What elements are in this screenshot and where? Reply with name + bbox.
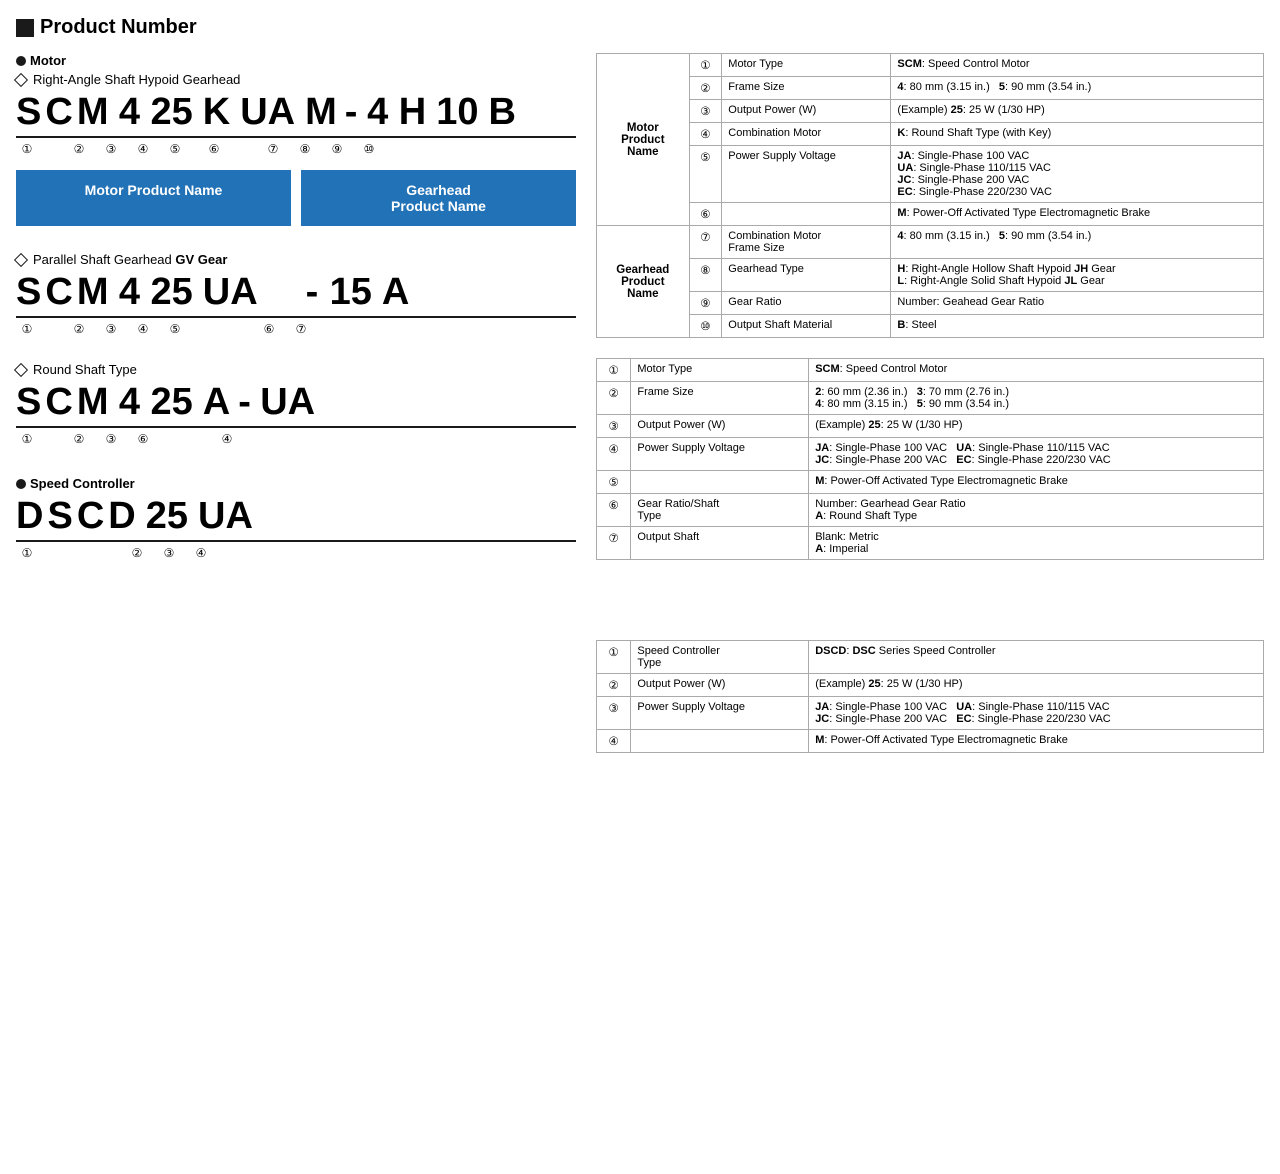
- char-4: 4: [118, 91, 140, 134]
- char-dash: -: [345, 91, 359, 134]
- sc-chars-row: D S C D 25 UA: [16, 495, 576, 542]
- blue-boxes-row: Motor Product Name GearheadProduct Name: [16, 170, 576, 226]
- table-row: ③ Output Power (W) (Example) 25: 25 W (1…: [597, 415, 1264, 438]
- right-angle-code-block: S C M 4 25 K UA M - 4 H 10 B ①: [16, 91, 576, 226]
- gearhead-product-name-box: GearheadProduct Name: [301, 170, 576, 226]
- sc-code-block: D S C D 25 UA ① ② ③ ④: [16, 495, 576, 560]
- table-row: ③ Output Power (W) (Example) 25: 25 W (1…: [597, 100, 1264, 123]
- char-10: 10: [436, 91, 478, 134]
- field-name-1: Motor Type: [722, 54, 891, 77]
- table-row: ⑨ Gear Ratio Number: Geahead Gear Ratio: [597, 292, 1264, 315]
- num-6: ⑤: [164, 142, 186, 156]
- table-row: ④ Power Supply Voltage JA: Single-Phase …: [597, 438, 1264, 471]
- table-row: ② Output Power (W) (Example) 25: 25 W (1…: [597, 674, 1264, 697]
- page-title: Product Number: [16, 16, 1264, 39]
- round-chars-row: S C M 4 25 A - UA: [16, 381, 576, 428]
- char-M2: M: [305, 91, 337, 134]
- spec-table-1: MotorProductName ① Motor Type SCM: Speed…: [596, 53, 1264, 338]
- table-row: ② Frame Size 4: 80 mm (3.15 in.) 5: 90 m…: [597, 77, 1264, 100]
- round-nums-row: ① ② ③ ⑥ ④: [16, 432, 576, 446]
- num-4: ③: [100, 142, 122, 156]
- parallel-chars-row: S C M 4 25 UA - 15 A: [16, 271, 576, 318]
- field-desc-1: SCM: Speed Control Motor: [891, 54, 1264, 77]
- num-8: ⑦: [262, 142, 284, 156]
- left-column: Motor Right-Angle Shaft Hypoid Gearhead …: [16, 53, 576, 586]
- motor-product-name-box: Motor Product Name: [16, 170, 291, 226]
- table-row: ② Frame Size 2: 60 mm (2.36 in.) 3: 70 m…: [597, 382, 1264, 415]
- num-10: ⑨: [326, 142, 348, 156]
- table-row: ⑦ Output Shaft Blank: Metric A: Imperial: [597, 527, 1264, 560]
- p-char-A: A: [382, 271, 409, 314]
- p-char-15: 15: [330, 271, 372, 314]
- table-row: ⑤ M: Power-Off Activated Type Electromag…: [597, 471, 1264, 494]
- p-char-M: M: [77, 271, 109, 314]
- char-K: K: [203, 91, 230, 134]
- num-7: ⑥: [196, 142, 232, 156]
- round-code-block: S C M 4 25 A - UA ① ② ③ ⑥ ④: [16, 381, 576, 446]
- num-9: ⑧: [294, 142, 316, 156]
- table-row: ① Motor Type SCM: Speed Control Motor: [597, 359, 1264, 382]
- char-UA: UA: [240, 91, 295, 134]
- table-row: ⑥ Gear Ratio/ShaftType Number: Gearhead …: [597, 494, 1264, 527]
- spec-table-2: ① Motor Type SCM: Speed Control Motor ② …: [596, 358, 1264, 560]
- char-S: S: [16, 91, 41, 134]
- char-C: C: [45, 91, 72, 134]
- table-row: ④ M: Power-Off Activated Type Electromag…: [597, 730, 1264, 753]
- table-row: ⑥ M: Power-Off Activated Type Electromag…: [597, 203, 1264, 226]
- title-square-icon: [16, 19, 34, 37]
- spec-table-3: ① Speed ControllerType DSCD: DSC Series …: [596, 640, 1264, 753]
- field-num-1: ①: [689, 54, 722, 77]
- num-5: ④: [132, 142, 154, 156]
- p-char-dash: -: [306, 271, 320, 314]
- table-row: ⑤ Power Supply Voltage JA: Single-Phase …: [597, 146, 1264, 203]
- char-H: H: [399, 91, 426, 134]
- main-layout: Motor Right-Angle Shaft Hypoid Gearhead …: [16, 53, 1264, 773]
- num-3: ②: [68, 142, 90, 156]
- char-M: M: [77, 91, 109, 134]
- sc-nums-row: ① ② ③ ④: [16, 546, 576, 560]
- parallel-label: Parallel Shaft Gearhead GV Gear: [16, 252, 576, 267]
- parallel-code-block: S C M 4 25 UA - 15 A ① ② ③ ④: [16, 271, 576, 336]
- motor-label: Motor: [16, 53, 576, 68]
- diamond-icon: [14, 72, 28, 86]
- char-25: 25: [150, 91, 192, 134]
- p-char-C: C: [45, 271, 72, 314]
- table-row: ⑧ Gearhead Type H: Right-Angle Hollow Sh…: [597, 259, 1264, 292]
- table-row: MotorProductName ① Motor Type SCM: Speed…: [597, 54, 1264, 77]
- diamond-icon-2: [14, 252, 28, 266]
- parallel-nums-row: ① ② ③ ④ ⑤ ⑥ ⑦: [16, 322, 576, 336]
- speed-controller-section: Speed Controller D S C D 25 UA ①: [16, 476, 576, 560]
- p-char-blank: [268, 271, 298, 314]
- diamond-icon-3: [14, 362, 28, 376]
- char-4b: 4: [367, 91, 389, 134]
- char-B: B: [488, 91, 515, 134]
- motor-bullet: [16, 56, 26, 66]
- sc-bullet: [16, 479, 26, 489]
- right-column: MotorProductName ① Motor Type SCM: Speed…: [596, 53, 1264, 773]
- right-angle-label: Right-Angle Shaft Hypoid Gearhead: [16, 72, 576, 87]
- right-angle-nums-row: ① ② ③ ④ ⑤ ⑥ ⑦ ⑧ ⑨ ⑩: [16, 142, 576, 156]
- table-row: ① Speed ControllerType DSCD: DSC Series …: [597, 641, 1264, 674]
- num-1: ①: [16, 142, 38, 156]
- right-angle-chars-row: S C M 4 25 K UA M - 4 H 10 B: [16, 91, 576, 138]
- table-row: ④ Combination Motor K: Round Shaft Type …: [597, 123, 1264, 146]
- p-char-4: 4: [118, 271, 140, 314]
- speed-controller-label: Speed Controller: [16, 476, 576, 491]
- p-char-25: 25: [150, 271, 192, 314]
- num-11: ⑩: [358, 142, 380, 156]
- round-label: Round Shaft Type: [16, 362, 576, 377]
- table-row: ⑩ Output Shaft Material B: Steel: [597, 315, 1264, 338]
- table-row: GearheadProductName ⑦ Combination MotorF…: [597, 226, 1264, 259]
- group-gearhead-label: GearheadProductName: [597, 226, 690, 338]
- group-motor-label: MotorProductName: [597, 54, 690, 226]
- p-char-S: S: [16, 271, 41, 314]
- page-container: Product Number Motor Right-Angle Shaft H…: [16, 16, 1264, 773]
- p-char-UA: UA: [203, 271, 258, 314]
- table-row: ③ Power Supply Voltage JA: Single-Phase …: [597, 697, 1264, 730]
